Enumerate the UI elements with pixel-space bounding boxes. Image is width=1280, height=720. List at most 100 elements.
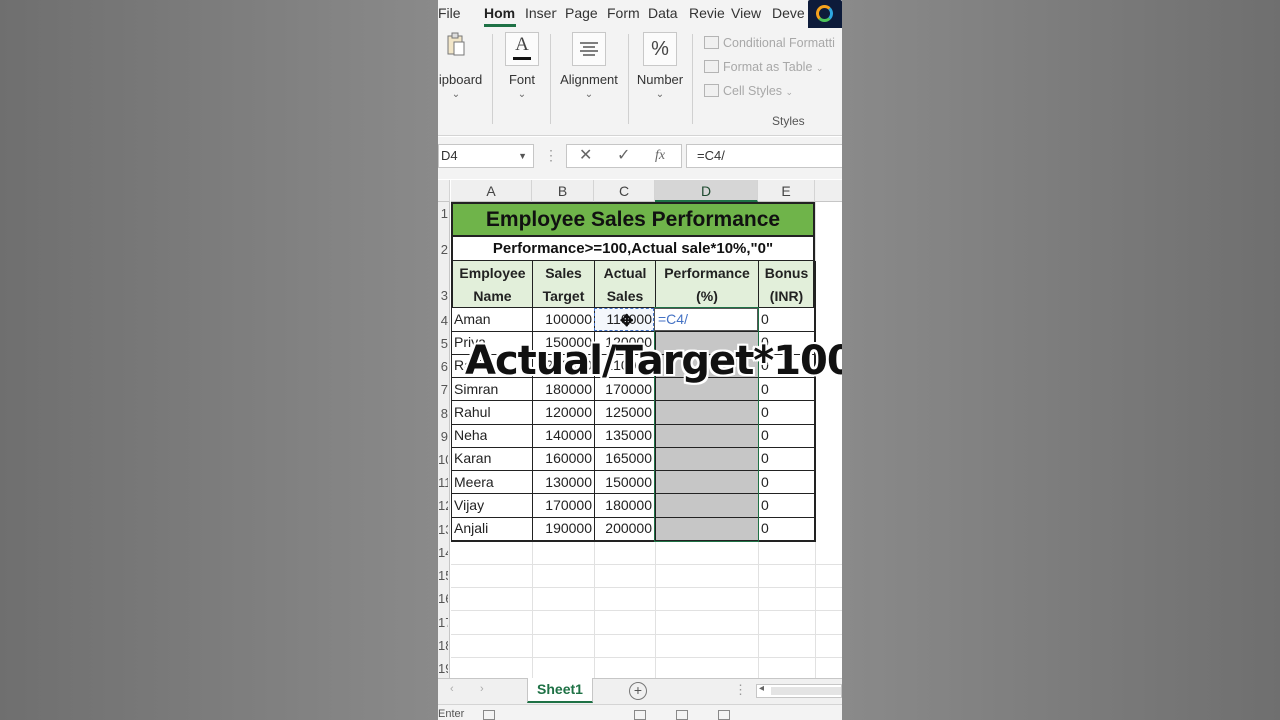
- conditional-formatting-button[interactable]: Conditional Formatti: [704, 36, 835, 50]
- select-all-corner[interactable]: [438, 180, 450, 202]
- page-layout-view-icon[interactable]: [676, 710, 688, 720]
- cell-name[interactable]: Vijay: [454, 497, 484, 513]
- cell-target[interactable]: 120000: [534, 404, 592, 420]
- status-mode: Enter: [438, 708, 465, 720]
- row-number[interactable]: 14: [438, 545, 448, 560]
- ribbon-separator: [550, 34, 551, 124]
- name-box[interactable]: D4 ▼: [438, 144, 534, 168]
- normal-view-icon[interactable]: [634, 710, 646, 720]
- gridline: [451, 587, 842, 588]
- cell-name[interactable]: Meera: [454, 474, 494, 490]
- row-number[interactable]: 7: [438, 382, 448, 397]
- page-break-view-icon[interactable]: [718, 710, 730, 720]
- table-border: [451, 493, 815, 494]
- add-sheet-icon[interactable]: +: [629, 682, 647, 700]
- macro-recorder-icon[interactable]: [483, 710, 495, 720]
- row-number[interactable]: 11: [438, 475, 448, 490]
- more-icon: ⋮: [734, 682, 747, 697]
- row-number[interactable]: 18: [438, 638, 448, 653]
- cell-target[interactable]: 190000: [534, 520, 592, 536]
- tab-file[interactable]: File: [438, 5, 461, 21]
- scroll-left-icon[interactable]: ‹: [450, 683, 454, 695]
- column-header-b[interactable]: B: [532, 180, 594, 202]
- scroll-left-icon[interactable]: ◂: [759, 683, 764, 694]
- cell-bonus[interactable]: 0: [761, 427, 769, 443]
- row-number[interactable]: 9: [438, 429, 448, 444]
- scroll-right-icon[interactable]: ›: [480, 683, 484, 695]
- cell-performance[interactable]: =C4/: [658, 311, 688, 327]
- row-number[interactable]: 13: [438, 522, 448, 537]
- cell-name[interactable]: Neha: [454, 427, 487, 443]
- cell-target[interactable]: 170000: [534, 497, 592, 513]
- cell-name[interactable]: Rahul: [454, 404, 491, 420]
- worksheet-grid[interactable]: A B C D E 1 2 3 4 5 6 7 8 9 10 11 12 13 …: [438, 180, 842, 678]
- column-header-c[interactable]: C: [594, 180, 655, 202]
- cell-actual[interactable]: 150000: [596, 474, 652, 490]
- row-number[interactable]: 8: [438, 406, 448, 421]
- formula-input[interactable]: =C4/: [686, 144, 842, 168]
- font-group[interactable]: A Font ⌄: [502, 32, 542, 100]
- cell-actual[interactable]: 165000: [596, 450, 652, 466]
- tab-page-layout[interactable]: Page: [565, 5, 598, 21]
- rule-subtitle[interactable]: Performance>=100,Actual sale*10%,"0": [451, 237, 815, 261]
- column-header-e[interactable]: E: [758, 180, 815, 202]
- row-number[interactable]: 1: [438, 206, 448, 221]
- row-number[interactable]: 17: [438, 615, 448, 630]
- number-group[interactable]: % Number ⌄: [636, 32, 684, 100]
- cell-target[interactable]: 100000: [534, 311, 592, 327]
- header-actual-sales[interactable]: Actual Sales: [595, 261, 655, 308]
- column-header-a[interactable]: A: [451, 180, 532, 202]
- row-number[interactable]: 2: [438, 242, 448, 257]
- column-header-d[interactable]: D: [655, 180, 758, 202]
- tab-developer[interactable]: Deve: [772, 5, 805, 21]
- cancel-icon[interactable]: ✕: [579, 145, 592, 167]
- row-number[interactable]: 10: [438, 452, 448, 467]
- cell-actual[interactable]: 135000: [596, 427, 652, 443]
- cell-target[interactable]: 130000: [534, 474, 592, 490]
- cell-bonus[interactable]: 0: [761, 404, 769, 420]
- row-number[interactable]: 6: [438, 359, 448, 374]
- cell-bonus[interactable]: 0: [761, 450, 769, 466]
- cell-actual[interactable]: 125000: [596, 404, 652, 420]
- cell-bonus[interactable]: 0: [761, 520, 769, 536]
- header-employee-name[interactable]: Employee Name: [453, 261, 532, 308]
- tab-insert[interactable]: Insert: [525, 5, 557, 21]
- cell-target[interactable]: 160000: [534, 450, 592, 466]
- cell-styles-button[interactable]: Cell Styles ⌄: [704, 84, 793, 98]
- clipboard-group[interactable]: lipboard ⌄: [438, 32, 482, 100]
- header-performance[interactable]: Performance (%): [656, 261, 758, 308]
- horizontal-scrollbar[interactable]: ◂: [756, 683, 842, 698]
- row-number[interactable]: 15: [438, 568, 448, 583]
- row-number[interactable]: 3: [438, 288, 448, 303]
- row-number[interactable]: 16: [438, 591, 448, 606]
- cell-actual[interactable]: 180000: [596, 497, 652, 513]
- cell-target[interactable]: 140000: [534, 427, 592, 443]
- row-number[interactable]: 4: [438, 313, 448, 328]
- enter-icon[interactable]: ✓: [617, 145, 630, 167]
- header-sales-target[interactable]: Sales Target: [533, 261, 594, 308]
- format-as-table-button[interactable]: Format as Table ⌄: [704, 60, 823, 74]
- alignment-group[interactable]: Alignment ⌄: [556, 32, 622, 100]
- insert-function-icon[interactable]: fx: [655, 145, 665, 167]
- tab-review[interactable]: Revie: [689, 5, 725, 21]
- tab-formulas[interactable]: Form: [607, 5, 640, 21]
- sheet-title[interactable]: Employee Sales Performance: [451, 202, 815, 237]
- cell-bonus[interactable]: 0: [761, 497, 769, 513]
- cell-bonus[interactable]: 0: [761, 474, 769, 490]
- tab-data[interactable]: Data: [648, 5, 678, 21]
- column-header-f[interactable]: [815, 180, 842, 202]
- row-number[interactable]: 19: [438, 661, 448, 676]
- chevron-down-icon[interactable]: ▼: [518, 145, 527, 167]
- tab-home[interactable]: Hom: [484, 5, 515, 21]
- cell-name[interactable]: Karan: [454, 450, 491, 466]
- row-number[interactable]: 5: [438, 336, 448, 351]
- scrollbar-thumb[interactable]: [771, 687, 841, 695]
- cell-name[interactable]: Anjali: [454, 520, 488, 536]
- tab-view[interactable]: View: [731, 5, 761, 21]
- header-bonus[interactable]: Bonus (INR): [759, 261, 814, 308]
- cell-actual[interactable]: 200000: [596, 520, 652, 536]
- row-number[interactable]: 12: [438, 498, 448, 513]
- sheet-tab-sheet1[interactable]: Sheet1: [527, 678, 593, 703]
- cell-name[interactable]: Aman: [454, 311, 491, 327]
- cell-bonus[interactable]: 0: [761, 311, 769, 327]
